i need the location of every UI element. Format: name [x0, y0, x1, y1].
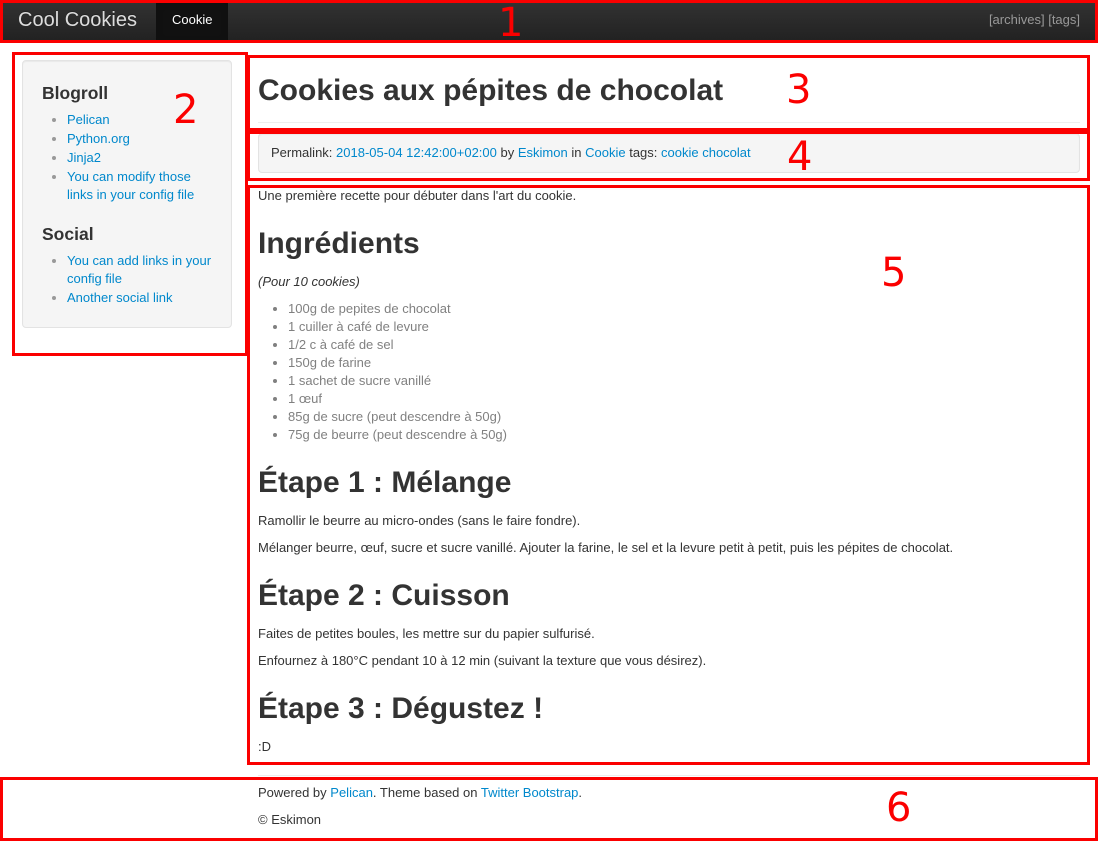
sidebar: Blogroll Pelican Python.org Jinja2 You c…	[22, 60, 232, 328]
permalink-date[interactable]: 2018-05-04 12:42:00+02:00	[336, 145, 497, 160]
blogroll-title: Blogroll	[42, 83, 109, 103]
blogroll-list: Pelican Python.org Jinja2 You can modify…	[42, 111, 212, 204]
footer-pelican-link[interactable]: Pelican	[330, 785, 373, 800]
list-item[interactable]: Pelican	[67, 111, 212, 129]
page-root: Cool Cookies Cookie [archives] [tags] Bl…	[0, 0, 1098, 841]
list-item[interactable]: You can add links in your config file	[67, 252, 212, 288]
nav-item-cookie-label[interactable]: Cookie	[156, 0, 228, 40]
etape-3-paragraph-1: :D	[258, 739, 271, 754]
social-list: You can add links in your config file An…	[42, 252, 212, 307]
footer-credits: Powered by Pelican. Theme based on Twitt…	[258, 784, 1080, 802]
blogroll-link-jinja2[interactable]: Jinja2	[67, 150, 101, 165]
list-item: 1 sachet de sucre vanillé	[288, 372, 1080, 390]
navbar-menu: Cookie	[156, 0, 229, 40]
page-footer: Powered by Pelican. Theme based on Twitt…	[258, 784, 1080, 838]
footer-theme-suffix: .	[578, 785, 583, 800]
blogroll-link-pelican[interactable]: Pelican	[67, 112, 110, 127]
footer-divider	[258, 774, 1080, 776]
article-lead: Une première recette pour débuter dans l…	[258, 188, 577, 203]
section-heading-etape-3: Étape 3 : Dégustez !	[258, 692, 544, 725]
etape-1-paragraph-2: Mélanger beurre, œuf, sucre et sucre van…	[258, 540, 954, 555]
tags-link[interactable]: [tags]	[1048, 12, 1080, 27]
blogroll-link-python[interactable]: Python.org	[67, 131, 130, 146]
section-heading-etape-1: Étape 1 : Mélange	[258, 466, 512, 499]
page-title-link[interactable]: Cookies aux pépites de chocolat	[258, 74, 723, 107]
ingredients-note-text: (Pour 10 cookies)	[258, 274, 360, 289]
list-item[interactable]: You can modify those links in your confi…	[67, 168, 212, 204]
author-link[interactable]: Eskimon	[518, 145, 568, 160]
section-heading-ingredients: Ingrédients	[258, 227, 420, 260]
list-item: 85g de sucre (peut descendre à 50g)	[288, 408, 1080, 426]
list-item: 100g de pepites de chocolat	[288, 300, 1080, 318]
post-info-bar: Permalink: 2018-05-04 12:42:00+02:00 by …	[258, 133, 1080, 173]
social-link-another[interactable]: Another social link	[67, 290, 173, 305]
list-item: 1 œuf	[288, 390, 1080, 408]
nav-item-cookie[interactable]: Cookie	[156, 0, 229, 40]
ingredients-note: (Pour 10 cookies)	[258, 273, 1080, 291]
footer-bootstrap-link[interactable]: Twitter Bootstrap	[481, 785, 579, 800]
tag-link-cookie[interactable]: cookie	[661, 145, 699, 160]
social-link-config[interactable]: You can add links in your config file	[67, 253, 211, 286]
page-title: Cookies aux pépites de chocolat	[258, 72, 1080, 110]
by-label: by	[500, 145, 515, 160]
navbar-utility-links: [archives] [tags]	[989, 0, 1080, 40]
section-heading-etape-2: Étape 2 : Cuisson	[258, 579, 510, 612]
sidebar-well: Blogroll Pelican Python.org Jinja2 You c…	[22, 60, 232, 328]
tags-label: tags:	[629, 145, 658, 160]
list-item[interactable]: Jinja2	[67, 149, 212, 167]
etape-2-paragraph-2: Enfournez à 180°C pendant 10 à 12 min (s…	[258, 653, 707, 668]
main-content: Cookies aux pépites de chocolat Permalin…	[258, 58, 1080, 765]
list-item: 1 cuiller à café de levure	[288, 318, 1080, 336]
social-title: Social	[42, 224, 94, 244]
list-item[interactable]: Python.org	[67, 130, 212, 148]
etape-2-paragraph-1: Faites de petites boules, les mettre sur…	[258, 626, 595, 641]
list-item[interactable]: Another social link	[67, 289, 212, 307]
site-brand[interactable]: Cool Cookies	[18, 0, 137, 40]
footer-theme-label: . Theme based on	[372, 785, 478, 800]
tag-link-chocolat[interactable]: chocolat	[702, 145, 750, 160]
blogroll-link-config[interactable]: You can modify those links in your confi…	[67, 169, 194, 202]
list-item: 75g de beurre (peut descendre à 50g)	[288, 426, 1080, 444]
footer-copyright: © Eskimon	[258, 812, 322, 827]
top-navbar: Cool Cookies Cookie [archives] [tags]	[0, 0, 1098, 41]
list-item: 150g de farine	[288, 354, 1080, 372]
title-divider	[258, 122, 1080, 123]
ingredients-list: 100g de pepites de chocolat 1 cuiller à …	[258, 300, 1080, 444]
archives-link[interactable]: [archives]	[989, 12, 1045, 27]
entry-content: Une première recette pour débuter dans l…	[258, 187, 1080, 756]
in-label: in	[571, 145, 582, 160]
permalink-label: Permalink:	[271, 145, 333, 160]
category-link[interactable]: Cookie	[585, 145, 625, 160]
etape-1-paragraph-1: Ramollir le beurre au micro-ondes (sans …	[258, 513, 581, 528]
list-item: 1/2 c à café de sel	[288, 336, 1080, 354]
footer-powered-label: Powered by	[258, 785, 327, 800]
navbar-inner: Cool Cookies Cookie [archives] [tags]	[0, 0, 1098, 40]
